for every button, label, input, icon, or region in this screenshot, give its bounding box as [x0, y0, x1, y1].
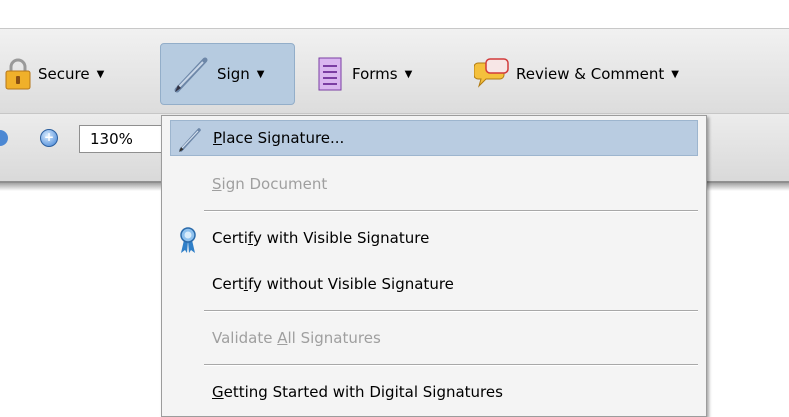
menu-item-label: Place Signature...: [213, 129, 345, 147]
secure-caret: ▼: [96, 68, 105, 80]
review-comment-button[interactable]: Review & Comment ▼: [474, 43, 679, 105]
forms-caret: ▼: [404, 68, 413, 80]
menu-item-sign-document[interactable]: Sign Document: [170, 166, 698, 202]
review-comment-caret: ▼: [671, 68, 679, 80]
review-comment-label: Review & Comment: [516, 65, 665, 83]
menu-item-label: Getting Started with Digital Signatures: [212, 383, 503, 401]
lock-icon: [5, 58, 31, 90]
secure-button[interactable]: Secure ▼: [4, 43, 104, 105]
menu-item-getting-started[interactable]: Getting Started with Digital Signatures: [170, 374, 698, 410]
menu-item-label: Certify with Visible Signature: [212, 229, 430, 247]
main-toolbar: Secure ▼ Sign ▼ Forms ▼ Review & Comment…: [0, 28, 789, 114]
forms-label: Forms: [352, 65, 398, 83]
speech-bubble-icon: [474, 58, 509, 88]
sign-label: Sign: [217, 65, 250, 83]
menu-item-certify-without-visible[interactable]: Certify without Visible Signature: [170, 266, 698, 302]
zoom-in-icon[interactable]: +: [40, 129, 58, 147]
menu-item-certify-visible[interactable]: Certify with Visible Signature: [170, 220, 698, 256]
menu-item-label: Sign Document: [212, 175, 328, 193]
forms-button[interactable]: Forms ▼: [318, 43, 412, 105]
zoom-level-input[interactable]: [79, 125, 171, 153]
sign-button[interactable]: Sign ▼: [160, 43, 295, 105]
menu-item-place-signature[interactable]: Place Signature...: [170, 120, 698, 156]
menu-separator: [204, 210, 698, 212]
sign-caret: ▼: [256, 68, 265, 80]
menu-separator: [204, 310, 698, 312]
pen-icon: [174, 57, 208, 93]
ribbon-icon: [180, 227, 196, 253]
sign-dropdown-menu: Place Signature... Sign Document Certify…: [161, 115, 707, 417]
secure-label: Secure: [38, 65, 90, 83]
pen-icon: [179, 128, 201, 152]
form-icon: [318, 57, 342, 91]
menu-item-label: Validate All Signatures: [212, 329, 381, 347]
menu-item-label: Certify without Visible Signature: [212, 275, 454, 293]
menu-item-validate-all[interactable]: Validate All Signatures: [170, 320, 698, 356]
title-strip: [0, 0, 789, 28]
menu-separator: [204, 364, 698, 366]
